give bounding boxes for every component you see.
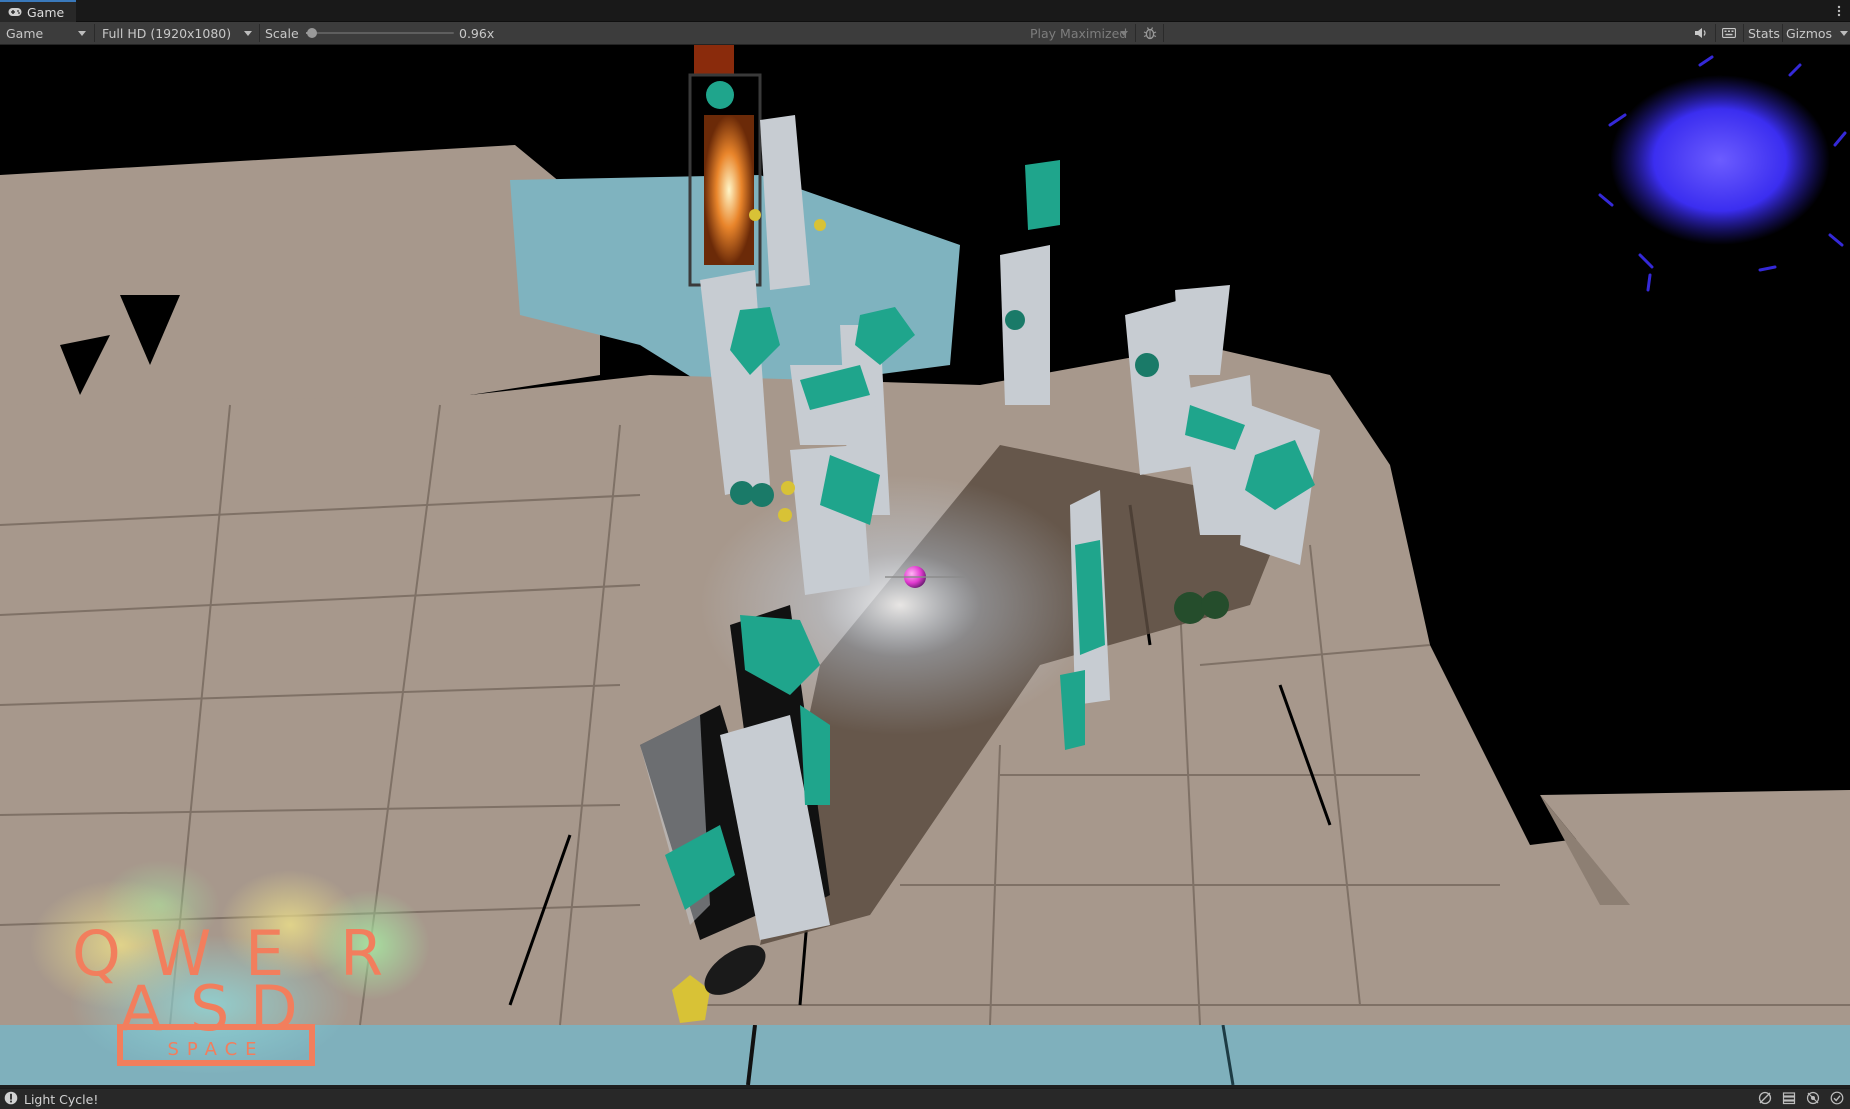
play-mode-dropdown[interactable]: Play Maximized [1024, 22, 1134, 44]
game-view-toolbar: Game Full HD (1920x1080) Scale 0.96x Pla… [0, 22, 1850, 45]
game-scene: Q W E R A S D SPACE [0, 45, 1850, 1085]
progress-icon[interactable] [1758, 1091, 1772, 1108]
console-message-text: Light Cycle! [24, 1092, 99, 1107]
key-q: Q [72, 917, 121, 990]
gamepad-icon [8, 5, 22, 20]
toolbar-divider [259, 24, 260, 42]
toolbar-divider [1782, 24, 1783, 42]
speaker-icon[interactable] [1692, 22, 1710, 44]
toolbar-divider [1715, 24, 1716, 42]
network-icon[interactable] [1806, 1091, 1820, 1108]
bug-icon[interactable] [1141, 22, 1159, 44]
scale-value: 0.96x [459, 25, 495, 41]
scale-label: Scale [265, 25, 299, 41]
gizmos-label: Gizmos [1786, 25, 1833, 41]
scale-slider-thumb[interactable] [306, 28, 317, 38]
toolbar-divider [1163, 24, 1164, 42]
tab-title: Game [27, 4, 65, 20]
display-dropdown-label: Game [6, 25, 44, 41]
game-viewport[interactable]: Q W E R A S D SPACE [0, 45, 1850, 1085]
check-icon[interactable] [1830, 1091, 1844, 1108]
resolution-dropdown-label: Full HD (1920x1080) [102, 25, 232, 41]
scale-slider[interactable] [306, 28, 454, 38]
console-message[interactable]: Light Cycle! [4, 1091, 98, 1108]
toolbar-divider [94, 24, 95, 42]
layers-icon[interactable] [1782, 1091, 1796, 1108]
stats-button[interactable]: Stats [1748, 22, 1780, 44]
chevron-down-icon [1120, 31, 1128, 36]
gizmos-dropdown[interactable]: Gizmos [1784, 22, 1850, 44]
play-mode-label: Play Maximized [1030, 25, 1128, 41]
chevron-down-icon [1840, 31, 1848, 36]
resolution-dropdown[interactable]: Full HD (1920x1080) [96, 22, 258, 44]
key-a: A [120, 972, 162, 1045]
toolbar-divider [1135, 24, 1136, 42]
display-dropdown[interactable]: Game [0, 22, 92, 44]
tab-game[interactable]: Game [0, 0, 77, 22]
toolbar-divider [1743, 24, 1744, 42]
editor-tab-bar: Game [0, 0, 1850, 22]
key-r: R [340, 917, 383, 990]
info-icon [4, 1091, 18, 1108]
status-icons [1758, 1091, 1844, 1108]
chevron-down-icon [78, 31, 86, 36]
kebab-menu-icon[interactable] [1832, 2, 1846, 20]
keyboard-icon[interactable] [1719, 22, 1739, 44]
key-s: S [190, 972, 229, 1045]
status-bar: Light Cycle! [0, 1088, 1850, 1109]
key-space: SPACE [167, 1039, 264, 1060]
chevron-down-icon [244, 31, 252, 36]
key-d: D [250, 972, 298, 1045]
